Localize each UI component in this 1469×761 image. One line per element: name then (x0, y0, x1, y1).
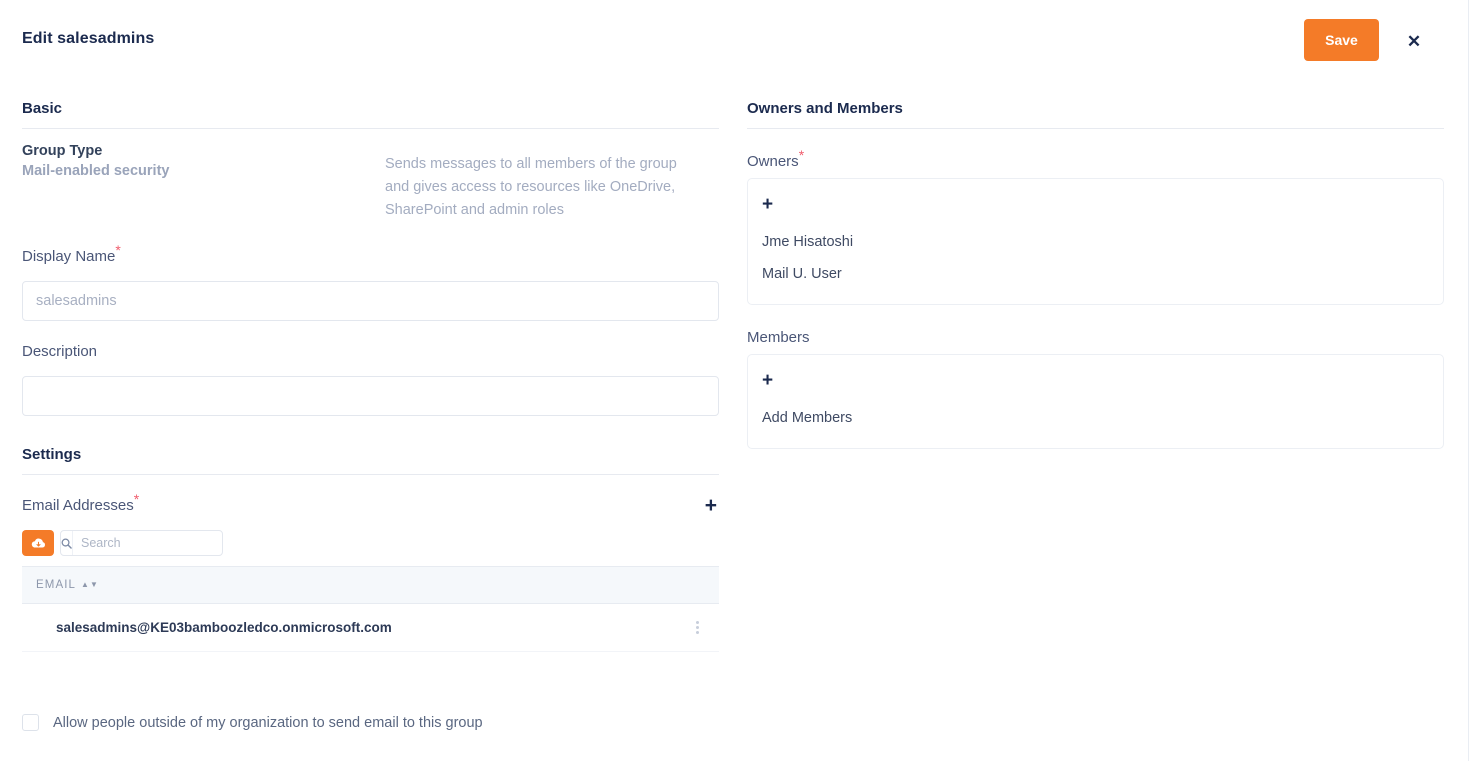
email-addresses-header: Email Addresses* + (22, 495, 719, 516)
members-box: + Add Members (747, 354, 1444, 449)
email-table-toolbar (22, 530, 719, 556)
panel-header: Edit salesadmins Save ✕ (0, 0, 1469, 80)
column-header-email[interactable]: EMAIL ▲▼ (36, 579, 99, 591)
display-name-required-marker: * (115, 242, 120, 258)
left-column: Basic Group Type Mail-enabled security S… (22, 100, 719, 731)
search-input[interactable] (73, 531, 223, 555)
search-icon (61, 531, 73, 555)
edit-group-panel: Edit salesadmins Save ✕ Basic Group Type… (0, 0, 1469, 761)
description-label: Description (22, 343, 719, 360)
basic-section-heading: Basic (22, 100, 719, 129)
display-name-input[interactable] (22, 281, 719, 321)
display-name-label-text: Display Name (22, 248, 115, 265)
page-title: Edit salesadmins (22, 30, 154, 48)
email-addresses-label: Email Addresses* (22, 497, 139, 514)
description-input[interactable] (22, 376, 719, 416)
add-owner-button[interactable]: + (762, 189, 773, 226)
owners-box: + Jme Hisatoshi Mail U. User (747, 178, 1444, 305)
email-addresses-label-text: Email Addresses (22, 497, 134, 514)
column-header-email-text: EMAIL (36, 579, 76, 591)
group-type-help-text: Sends messages to all members of the gro… (385, 143, 695, 222)
close-icon[interactable]: ✕ (1400, 27, 1428, 55)
owners-members-section-heading: Owners and Members (747, 100, 1444, 129)
display-name-field: Display Name* (22, 248, 719, 321)
add-members-placeholder[interactable]: Add Members (762, 402, 1429, 434)
group-type-block: Group Type Mail-enabled security (22, 143, 385, 222)
owners-label: Owners* (747, 153, 1444, 170)
external-email-checkbox-row: Allow people outside of my organization … (22, 714, 719, 731)
right-column: Owners and Members Owners* + Jme Hisatos… (747, 100, 1444, 449)
table-row[interactable]: salesadmins@KE03bamboozledco.onmicrosoft… (22, 604, 719, 652)
group-type-label: Group Type (22, 143, 385, 159)
sort-updown-icon[interactable]: ▲▼ (81, 582, 99, 587)
settings-section-heading: Settings (22, 446, 719, 475)
list-item[interactable]: Mail U. User (762, 258, 1429, 290)
email-addresses-required-marker: * (134, 491, 139, 507)
external-email-label: Allow people outside of my organization … (53, 715, 483, 731)
display-name-label: Display Name* (22, 248, 719, 265)
owners-required-marker: * (799, 147, 804, 163)
members-label: Members (747, 329, 1444, 346)
email-search-box[interactable] (60, 530, 223, 556)
cloud-download-icon[interactable] (22, 530, 54, 556)
external-email-checkbox[interactable] (22, 714, 39, 731)
table-header-row: EMAIL ▲▼ (22, 566, 719, 604)
add-member-button[interactable]: + (762, 365, 773, 402)
owners-label-text: Owners (747, 153, 799, 170)
email-addresses-table: EMAIL ▲▼ salesadmins@KE03bamboozledco.onm… (22, 566, 719, 652)
description-field: Description (22, 343, 719, 416)
kebab-menu-icon[interactable] (690, 617, 705, 638)
save-button[interactable]: Save (1304, 19, 1379, 61)
list-item[interactable]: Jme Hisatoshi (762, 226, 1429, 258)
group-type-row: Group Type Mail-enabled security Sends m… (22, 143, 719, 222)
group-type-value: Mail-enabled security (22, 163, 385, 179)
email-cell: salesadmins@KE03bamboozledco.onmicrosoft… (36, 620, 392, 635)
add-email-address-button[interactable]: + (703, 495, 719, 516)
